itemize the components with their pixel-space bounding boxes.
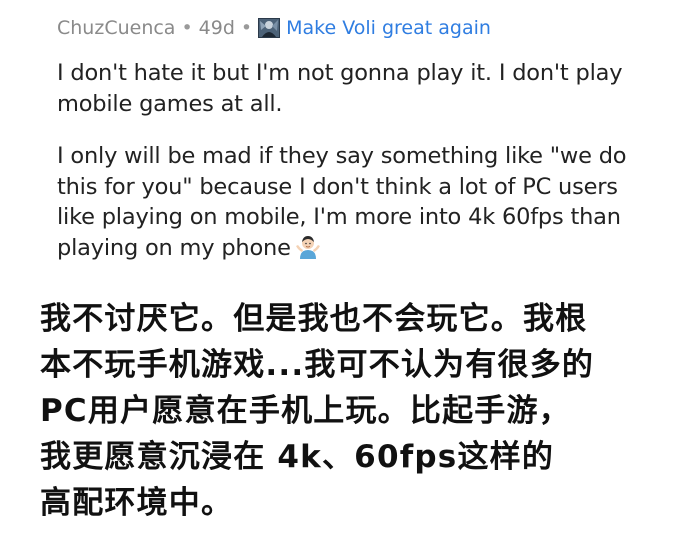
reddit-comment: ChuzCuenca • 49d • Make Voli great again… [57, 14, 677, 263]
chinese-translation: 我不讨厌它。但是我也不会玩它。我根 本不玩手机游戏...我可不认为有很多的 PC… [40, 296, 676, 526]
translation-line: 我不讨厌它。但是我也不会玩它。我根 [40, 301, 588, 337]
comment-paragraph-2: I only will be mad if they say something… [57, 141, 657, 263]
separator-dot: • [240, 17, 253, 39]
avatar-flair-icon [258, 18, 281, 38]
translation-line: 我更愿意沉浸在 4k、60fps这样的 [40, 439, 555, 475]
username-link[interactable]: ChuzCuenca [57, 14, 175, 42]
separator-dot: • [181, 17, 193, 39]
comment-meta: ChuzCuenca • 49d • Make Voli great again [57, 14, 677, 42]
translation-line: 高配环境中。 [40, 485, 234, 521]
translation-line: PC用户愿意在手机上玩。比起手游， [40, 393, 571, 429]
comment-paragraph-1: I don't hate it but I'm not gonna play i… [57, 60, 623, 117]
user-flair: Make Voli great again [286, 17, 491, 39]
comment-age[interactable]: 49d [199, 14, 235, 42]
translation-line: 本不玩手机游戏...我可不认为有很多的 [40, 347, 595, 383]
man-shrugging-emoji-icon [295, 234, 321, 260]
comment-paragraph-2-text: I only will be mad if they say something… [57, 143, 627, 261]
